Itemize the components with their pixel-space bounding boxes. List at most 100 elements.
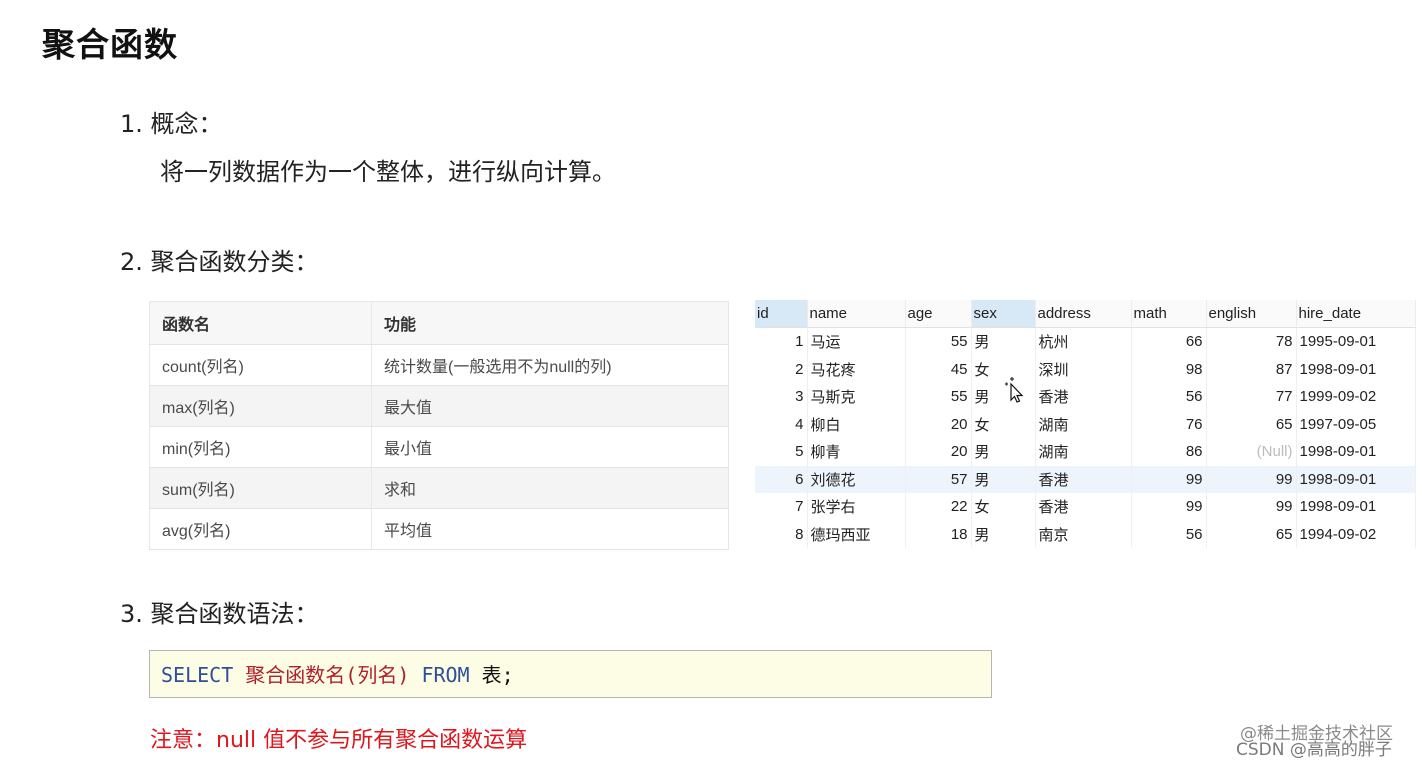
cell-address[interactable]: 湖南 (1035, 438, 1132, 466)
cell-name[interactable]: 刘德花 (807, 465, 906, 493)
column-header-name[interactable]: name (807, 300, 906, 328)
cell-age[interactable]: 55 (905, 383, 972, 411)
cell-age[interactable]: 20 (905, 438, 972, 466)
cell-hire-date[interactable]: 1997-09-05 (1296, 410, 1416, 438)
table-row: sum(列名) 求和 (149, 467, 729, 509)
table-row: max(列名) 最大值 (149, 385, 729, 427)
cell-id[interactable]: 7 (755, 493, 808, 521)
cell-english[interactable]: 65 (1206, 410, 1297, 438)
table-row: count(列名) 统计数量(一般选用不为null的列) (149, 344, 729, 386)
cell-english[interactable]: 77 (1206, 383, 1297, 411)
grid-row[interactable]: 7 张学右 22 女 香港 99 99 1998-09-01 (755, 493, 1416, 521)
cell-english-null[interactable]: (Null) (1206, 438, 1297, 466)
cell-age[interactable]: 55 (905, 327, 972, 356)
cell-address[interactable]: 南京 (1035, 520, 1132, 548)
cell-sex[interactable]: 男 (971, 327, 1036, 356)
cell-name[interactable]: 马花疼 (807, 355, 906, 383)
table-row: min(列名) 最小值 (149, 426, 729, 468)
cell-math[interactable]: 86 (1131, 438, 1207, 466)
cell-age[interactable]: 20 (905, 410, 972, 438)
cell-address[interactable]: 香港 (1035, 383, 1132, 411)
column-header-english[interactable]: english (1206, 300, 1297, 328)
emp-data-grid[interactable]: id name age sex address math english hir… (755, 300, 1416, 548)
table-row: avg(列名) 平均值 (149, 508, 729, 550)
column-header-hire-date[interactable]: hire_date (1296, 300, 1416, 328)
grid-row[interactable]: 2 马花疼 45 女 深圳 98 87 1998-09-01 (755, 355, 1416, 383)
cell-name[interactable]: 柳白 (807, 410, 906, 438)
column-header-sex[interactable]: sex (971, 300, 1036, 328)
cell-id[interactable]: 4 (755, 410, 808, 438)
cell-name[interactable]: 张学右 (807, 493, 906, 521)
cell-hire-date[interactable]: 1998-09-01 (1296, 355, 1416, 383)
cell-sex[interactable]: 男 (971, 520, 1036, 548)
column-header-address[interactable]: address (1035, 300, 1132, 328)
cell-hire-date[interactable]: 1995-09-01 (1296, 327, 1416, 356)
cell-hire-date[interactable]: 1998-09-01 (1296, 493, 1416, 521)
classify-heading: 2. 聚合函数分类： (120, 248, 319, 276)
cell-english[interactable]: 99 (1206, 493, 1297, 521)
cell-english[interactable]: 87 (1206, 355, 1297, 383)
sql-table-name: 表; (481, 663, 514, 687)
cell-math[interactable]: 76 (1131, 410, 1207, 438)
function-desc: 平均值 (371, 508, 729, 550)
column-header-id[interactable]: id (755, 300, 808, 328)
cell-id[interactable]: 8 (755, 520, 808, 548)
cell-hire-date[interactable]: 1994-09-02 (1296, 520, 1416, 548)
cell-english[interactable]: 78 (1206, 327, 1297, 356)
cell-id[interactable]: 3 (755, 383, 808, 411)
cell-sex[interactable]: 女 (971, 410, 1036, 438)
sql-syntax-code-block: SELECT 聚合函数名(列名) FROM 表; (149, 650, 992, 698)
cell-name[interactable]: 柳青 (807, 438, 906, 466)
grid-row[interactable]: 8 德玛西亚 18 男 南京 56 65 1994-09-02 (755, 520, 1416, 548)
grid-row[interactable]: 5 柳青 20 男 湖南 86 (Null) 1998-09-01 (755, 438, 1416, 466)
cell-age[interactable]: 18 (905, 520, 972, 548)
sql-aggregate-call: 聚合函数名(列名) (245, 663, 410, 687)
function-desc: 统计数量(一般选用不为null的列) (371, 344, 729, 386)
function-name: sum(列名) (149, 467, 372, 509)
cell-math[interactable]: 99 (1131, 493, 1207, 521)
function-desc: 最大值 (371, 385, 729, 427)
cell-sex[interactable]: 男 (971, 465, 1036, 493)
sql-keyword-select: SELECT (161, 663, 234, 687)
cell-address[interactable]: 深圳 (1035, 355, 1132, 383)
cell-hire-date[interactable]: 1998-09-01 (1296, 438, 1416, 466)
syntax-heading: 3. 聚合函数语法： (120, 600, 319, 628)
concept-text: 将一列数据作为一个整体，进行纵向计算。 (160, 158, 616, 186)
cell-name[interactable]: 马运 (807, 327, 906, 356)
cell-name[interactable]: 德玛西亚 (807, 520, 906, 548)
cell-sex[interactable]: 男 (971, 438, 1036, 466)
cell-math[interactable]: 98 (1131, 355, 1207, 383)
cell-age[interactable]: 22 (905, 493, 972, 521)
cell-name[interactable]: 马斯克 (807, 383, 906, 411)
cell-hire-date[interactable]: 1999-09-02 (1296, 383, 1416, 411)
sql-keyword-from: FROM (421, 663, 470, 687)
grid-row-highlighted[interactable]: 6 刘德花 57 男 香港 99 99 1998-09-01 (755, 465, 1416, 493)
concept-heading: 1. 概念： (120, 110, 223, 138)
cell-address[interactable]: 杭州 (1035, 327, 1132, 356)
grid-row[interactable]: 1 马运 55 男 杭州 66 78 1995-09-01 (755, 327, 1416, 356)
cell-address[interactable]: 香港 (1035, 465, 1132, 493)
cell-id[interactable]: 1 (755, 327, 808, 356)
page-title: 聚合函数 (42, 25, 178, 64)
cell-math[interactable]: 56 (1131, 520, 1207, 548)
grid-row[interactable]: 3 马斯克 55 男 香港 56 77 1999-09-02 (755, 383, 1416, 411)
cell-math[interactable]: 56 (1131, 383, 1207, 411)
function-name: count(列名) (149, 344, 372, 386)
cell-sex[interactable]: 女 (971, 493, 1036, 521)
cell-age[interactable]: 45 (905, 355, 972, 383)
cell-english[interactable]: 99 (1206, 465, 1297, 493)
column-header-math[interactable]: math (1131, 300, 1207, 328)
column-header-age[interactable]: age (905, 300, 972, 328)
cell-address[interactable]: 湖南 (1035, 410, 1132, 438)
cell-hire-date[interactable]: 1998-09-01 (1296, 465, 1416, 493)
cell-math[interactable]: 66 (1131, 327, 1207, 356)
cell-id[interactable]: 5 (755, 438, 808, 466)
grid-row[interactable]: 4 柳白 20 女 湖南 76 65 1997-09-05 (755, 410, 1416, 438)
cell-address[interactable]: 香港 (1035, 493, 1132, 521)
header-function-desc: 功能 (371, 301, 729, 345)
cell-english[interactable]: 65 (1206, 520, 1297, 548)
cell-math[interactable]: 99 (1131, 465, 1207, 493)
cell-id[interactable]: 6 (755, 465, 808, 493)
cell-age[interactable]: 57 (905, 465, 972, 493)
cell-id[interactable]: 2 (755, 355, 808, 383)
